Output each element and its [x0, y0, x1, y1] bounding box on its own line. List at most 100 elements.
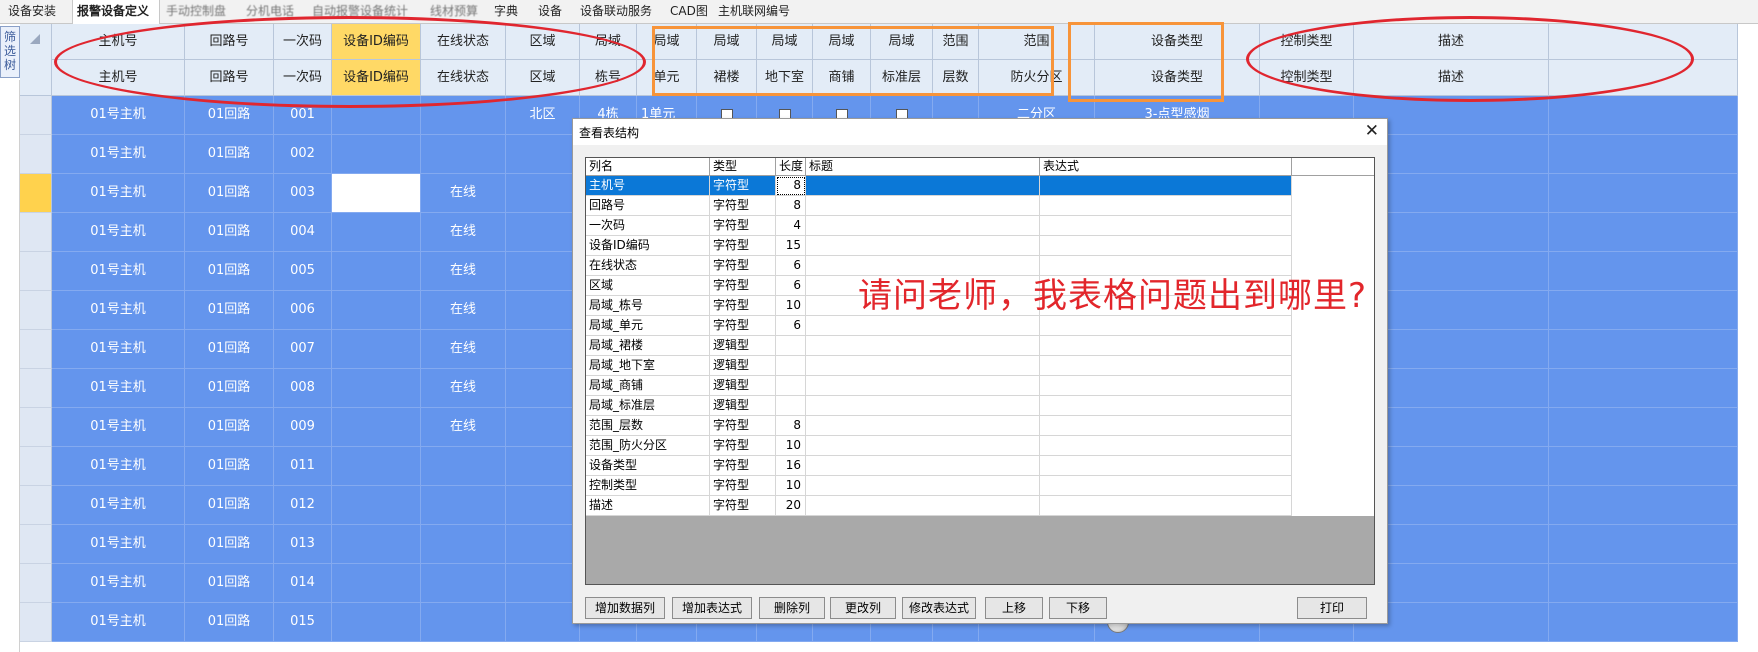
grid-cell-area[interactable]: [506, 369, 580, 408]
menu-tab[interactable]: 设备: [538, 0, 574, 24]
grid-cell-code[interactable]: 003: [274, 174, 332, 213]
structure-cell-name[interactable]: 局域_商铺: [586, 376, 710, 396]
row-indicator[interactable]: [20, 174, 52, 213]
structure-cell-type[interactable]: 字符型: [710, 236, 776, 256]
structure-cell-length[interactable]: 10: [776, 296, 806, 316]
structure-cell-name[interactable]: 区域: [586, 276, 710, 296]
structure-column-header[interactable]: 长度: [776, 158, 806, 176]
grid-cell-devid[interactable]: [332, 369, 421, 408]
structure-cell-type[interactable]: 字符型: [710, 296, 776, 316]
grid-cell-loop[interactable]: 01回路: [185, 369, 274, 408]
grid-cell-code[interactable]: 009: [274, 408, 332, 447]
grid-cell-host[interactable]: 01号主机: [52, 564, 185, 603]
structure-cell-title[interactable]: [806, 416, 1040, 436]
structure-cell-type[interactable]: 逻辑型: [710, 376, 776, 396]
structure-cell-title[interactable]: [806, 456, 1040, 476]
structure-cell-title[interactable]: [806, 336, 1040, 356]
structure-cell-type[interactable]: 字符型: [710, 416, 776, 436]
structure-cell-expression[interactable]: [1040, 476, 1292, 496]
grid-cell-code[interactable]: 006: [274, 291, 332, 330]
grid-cell-online[interactable]: 在线: [421, 174, 506, 213]
grid-cell-loop[interactable]: 01回路: [185, 447, 274, 486]
grid-cell-loop[interactable]: 01回路: [185, 135, 274, 174]
add-expression-button[interactable]: 增加表达式: [672, 597, 752, 619]
structure-row[interactable]: 局域_地下室 逻辑型: [586, 356, 1374, 376]
structure-cell-expression[interactable]: [1040, 236, 1292, 256]
column-header-bottom[interactable]: 设备ID编码: [332, 60, 421, 96]
column-header-top[interactable]: 区域: [506, 24, 580, 60]
structure-cell-title[interactable]: [806, 236, 1040, 256]
structure-cell-type[interactable]: 逻辑型: [710, 336, 776, 356]
structure-cell-type[interactable]: 字符型: [710, 216, 776, 236]
grid-cell-loop[interactable]: 01回路: [185, 174, 274, 213]
grid-cell-code[interactable]: 011: [274, 447, 332, 486]
grid-cell-host[interactable]: 01号主机: [52, 369, 185, 408]
grid-cell-area[interactable]: [506, 525, 580, 564]
structure-cell-name[interactable]: 控制类型: [586, 476, 710, 496]
structure-cell-type[interactable]: 字符型: [710, 276, 776, 296]
grid-cell-code[interactable]: 013: [274, 525, 332, 564]
grid-cell-devid[interactable]: [332, 603, 421, 642]
menu-tab[interactable]: 自动报警设备统计: [312, 0, 424, 24]
structure-cell-length[interactable]: [776, 376, 806, 396]
column-header-top[interactable]: 在线状态: [421, 24, 506, 60]
structure-row[interactable]: 局域_标准层 逻辑型: [586, 396, 1374, 416]
grid-cell-code[interactable]: 012: [274, 486, 332, 525]
structure-cell-type[interactable]: 字符型: [710, 456, 776, 476]
grid-cell-online[interactable]: 在线: [421, 330, 506, 369]
structure-cell-name[interactable]: 范围_防火分区: [586, 436, 710, 456]
grid-cell-host[interactable]: 01号主机: [52, 213, 185, 252]
grid-cell-loop[interactable]: 01回路: [185, 252, 274, 291]
column-header-top[interactable]: 局域: [871, 24, 933, 60]
structure-cell-expression[interactable]: [1040, 416, 1292, 436]
structure-row[interactable]: 描述 字符型 20: [586, 496, 1374, 516]
structure-cell-type[interactable]: 逻辑型: [710, 356, 776, 376]
structure-cell-title[interactable]: [806, 476, 1040, 496]
structure-cell-expression[interactable]: [1040, 216, 1292, 236]
structure-cell-title[interactable]: [806, 316, 1040, 336]
structure-cell-name[interactable]: 局域_栋号: [586, 296, 710, 316]
row-indicator[interactable]: [20, 213, 52, 252]
structure-cell-length[interactable]: 8: [776, 416, 806, 436]
row-indicator[interactable]: [20, 96, 52, 135]
structure-row[interactable]: 主机号 字符型 8: [586, 176, 1374, 196]
structure-cell-length[interactable]: 10: [776, 476, 806, 496]
grid-cell-host[interactable]: 01号主机: [52, 96, 185, 135]
menu-tab[interactable]: CAD图: [670, 0, 714, 24]
structure-row[interactable]: 局域_单元 字符型 6: [586, 316, 1374, 336]
structure-cell-length[interactable]: [776, 336, 806, 356]
structure-cell-name[interactable]: 局域_单元: [586, 316, 710, 336]
grid-cell-area[interactable]: [506, 330, 580, 369]
structure-cell-title[interactable]: [806, 176, 1040, 196]
structure-cell-expression[interactable]: [1040, 356, 1292, 376]
column-header-top[interactable]: 范围: [933, 24, 979, 60]
filter-tree-tab[interactable]: 筛选树: [0, 26, 20, 78]
grid-cell-area[interactable]: [506, 291, 580, 330]
grid-cell-area[interactable]: [506, 447, 580, 486]
structure-column-header[interactable]: 列名: [586, 158, 710, 176]
structure-cell-type[interactable]: 逻辑型: [710, 396, 776, 416]
grid-cell-host[interactable]: 01号主机: [52, 447, 185, 486]
menu-tab[interactable]: 字典: [494, 0, 530, 24]
structure-cell-type[interactable]: 字符型: [710, 316, 776, 336]
column-header-bottom[interactable]: 描述: [1354, 60, 1549, 96]
column-header-bottom[interactable]: 设备类型: [1095, 60, 1260, 96]
grid-cell-host[interactable]: 01号主机: [52, 252, 185, 291]
move-down-button[interactable]: 下移: [1049, 597, 1107, 619]
grid-cell-devid[interactable]: [332, 447, 421, 486]
grid-cell-online[interactable]: [421, 603, 506, 642]
grid-cell-online[interactable]: 在线: [421, 369, 506, 408]
column-header-bottom[interactable]: 裙楼: [697, 60, 757, 96]
grid-cell-loop[interactable]: 01回路: [185, 564, 274, 603]
structure-cell-title[interactable]: [806, 436, 1040, 456]
row-indicator[interactable]: [20, 486, 52, 525]
menu-tab[interactable]: 设备联动服务: [580, 0, 666, 24]
structure-row[interactable]: 回路号 字符型 8: [586, 196, 1374, 216]
grid-cell-area[interactable]: [506, 174, 580, 213]
grid-cell-devid[interactable]: [332, 408, 421, 447]
row-indicator[interactable]: [20, 135, 52, 174]
structure-row[interactable]: 局域_裙楼 逻辑型: [586, 336, 1374, 356]
menu-tab[interactable]: 手动控制盘: [166, 0, 238, 24]
grid-cell-online[interactable]: [421, 564, 506, 603]
grid-cell-area[interactable]: [506, 252, 580, 291]
